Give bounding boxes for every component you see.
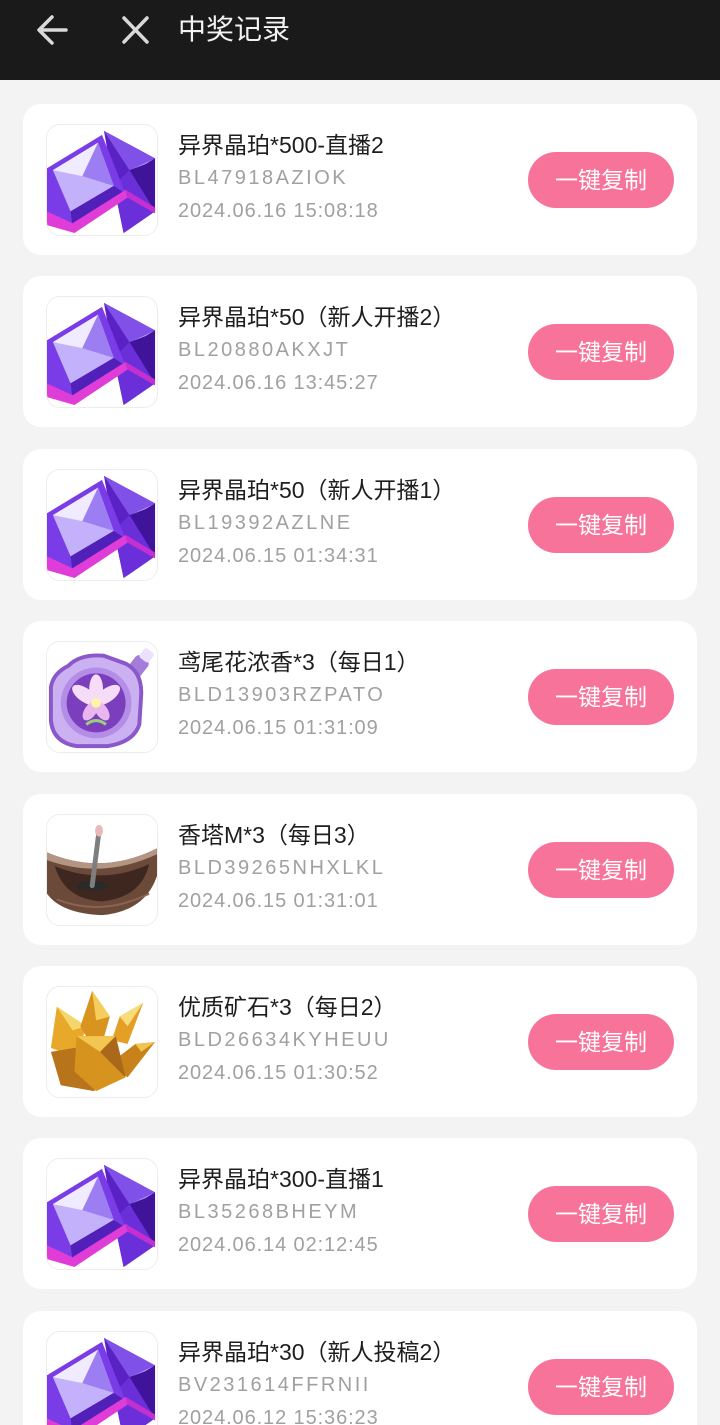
record-info: 异界晶珀*300-直播1 BL35268BHEYM 2024.06.14 02:… [178, 1163, 518, 1262]
prize-title: 异界晶珀*500-直播2 [178, 132, 384, 158]
record-card: 优质矿石*3（每日2） BLD26634KYHEUU 2024.06.15 01… [23, 965, 697, 1117]
record-card: 香塔M*3（每日3） BLD39265NHXLKL 2024.06.15 01:… [23, 793, 697, 945]
prize-title: 优质矿石*3（每日2） [178, 993, 397, 1020]
crystal-icon [47, 125, 157, 235]
record-card: 异界晶珀*500-直播2 BL47918AZIOK 2024.06.16 15:… [23, 104, 697, 255]
record-card: 鸢尾花浓香*3（每日1） BLD13903RZPATO 2024.06.15 0… [23, 621, 697, 773]
crystal-icon [47, 1332, 157, 1425]
prize-thumbnail [46, 296, 158, 409]
close-icon [122, 16, 149, 44]
record-card: 异界晶珀*30（新人投稿2） BV231614FFRNII 2024.06.12… [23, 1310, 697, 1425]
copy-code-button[interactable]: 一键复制 [528, 152, 674, 208]
win-record-list[interactable]: 异界晶珀*500-直播2 BL47918AZIOK 2024.06.16 15:… [0, 80, 720, 1425]
prize-thumbnail [46, 1330, 158, 1425]
redeem-code: BL19392AZLNE [178, 511, 353, 534]
record-info: 异界晶珀*30（新人投稿2） BV231614FFRNII 2024.06.12… [178, 1336, 518, 1425]
redeem-code: BLD13903RZPATO [178, 684, 386, 707]
win-time: 2024.06.15 01:30:52 [178, 1061, 379, 1084]
record-info: 鸢尾花浓香*3（每日1） BLD13903RZPATO 2024.06.15 0… [178, 646, 518, 745]
win-time: 2024.06.15 01:31:09 [178, 717, 379, 740]
redeem-code: BL20880AKXJT [178, 339, 351, 362]
record-card: 异界晶珀*50（新人开播2） BL20880AKXJT 2024.06.16 1… [23, 276, 697, 428]
prize-thumbnail [46, 124, 158, 236]
record-info: 异界晶珀*500-直播2 BL47918AZIOK 2024.06.16 15:… [178, 129, 518, 228]
record-info: 异界晶珀*50（新人开播1） BL19392AZLNE 2024.06.15 0… [178, 474, 518, 573]
prize-title: 鸢尾花浓香*3（每日1） [178, 649, 420, 676]
copy-code-button[interactable]: 一键复制 [528, 1013, 674, 1070]
prize-thumbnail [46, 813, 158, 926]
copy-code-button[interactable]: 一键复制 [528, 1358, 674, 1415]
redeem-code: BLD26634KYHEUU [178, 1028, 391, 1051]
copy-code-button[interactable]: 一键复制 [528, 324, 674, 381]
prize-thumbnail [46, 985, 158, 1098]
record-info: 优质矿石*3（每日2） BLD26634KYHEUU 2024.06.15 01… [178, 991, 518, 1090]
copy-code-button[interactable]: 一键复制 [528, 669, 674, 726]
prize-thumbnail [46, 468, 158, 581]
back-arrow-icon [37, 15, 68, 45]
crystal-icon [47, 470, 157, 580]
prize-title: 异界晶珀*300-直播1 [178, 1166, 384, 1193]
prize-title: 异界晶珀*50（新人开播1） [178, 476, 456, 503]
close-button[interactable] [115, 10, 155, 50]
win-time: 2024.06.16 13:45:27 [178, 372, 379, 395]
win-time: 2024.06.15 01:31:01 [178, 889, 379, 912]
redeem-code: BL35268BHEYM [178, 1201, 360, 1224]
prize-title: 异界晶珀*30（新人投稿2） [178, 1338, 456, 1365]
record-info: 香塔M*3（每日3） BLD39265NHXLKL 2024.06.15 01:… [178, 819, 518, 918]
copy-code-button[interactable]: 一键复制 [528, 496, 674, 553]
copy-code-button[interactable]: 一键复制 [528, 841, 674, 898]
crystal-icon [47, 1159, 157, 1269]
record-info: 异界晶珀*50（新人开播2） BL20880AKXJT 2024.06.16 1… [178, 301, 518, 400]
back-button[interactable] [32, 10, 72, 50]
perfume-bottle-icon [47, 642, 157, 752]
record-card: 异界晶珀*50（新人开播1） BL19392AZLNE 2024.06.15 0… [23, 448, 697, 600]
win-time: 2024.06.15 01:34:31 [178, 544, 379, 567]
win-time: 2024.06.12 15:36:23 [178, 1406, 379, 1425]
redeem-code: BV231614FFRNII [178, 1373, 371, 1396]
prize-thumbnail [46, 1158, 158, 1271]
win-time: 2024.06.16 15:08:18 [178, 200, 379, 222]
redeem-code: BLD39265NHXLKL [178, 856, 386, 879]
prize-title: 异界晶珀*50（新人开播2） [178, 304, 456, 331]
incense-boat-icon [47, 815, 157, 925]
record-card: 异界晶珀*300-直播1 BL35268BHEYM 2024.06.14 02:… [23, 1138, 697, 1290]
prize-thumbnail [46, 641, 158, 754]
app-root: 中奖记录 异界晶珀*500-直播2 BL47918AZIOK 2024.06.1… [0, 0, 720, 1425]
page-title: 中奖记录 [178, 14, 291, 45]
gold-ore-icon [47, 987, 157, 1097]
top-nav-bar: 中奖记录 [0, 0, 720, 80]
crystal-icon [47, 297, 157, 407]
win-time: 2024.06.14 02:12:45 [178, 1234, 379, 1257]
prize-title: 香塔M*3（每日3） [178, 821, 370, 848]
copy-code-button[interactable]: 一键复制 [528, 1186, 674, 1243]
redeem-code: BL47918AZIOK [178, 167, 349, 189]
